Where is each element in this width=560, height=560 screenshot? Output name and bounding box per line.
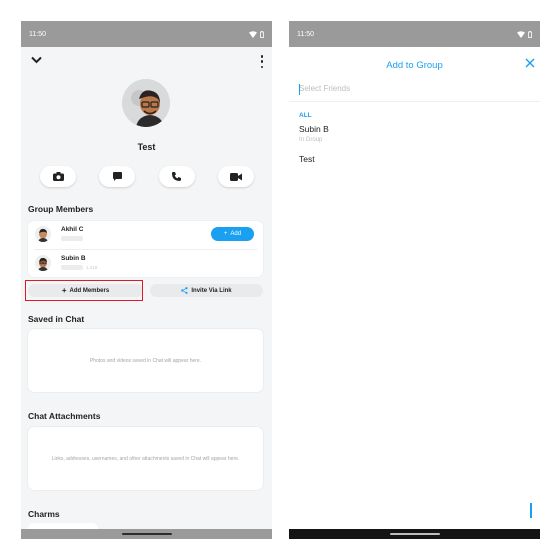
action-row	[40, 166, 254, 187]
home-handle[interactable]	[389, 533, 440, 535]
saved-in-chat-empty-text: Photos and videos saved in Chat will app…	[89, 357, 202, 364]
member-subtitle: 1,418	[61, 265, 98, 271]
navigation-bar	[21, 529, 272, 539]
home-handle[interactable]	[121, 533, 172, 535]
avatar	[35, 226, 51, 242]
status-time: 11:50	[29, 30, 46, 38]
close-icon[interactable]	[525, 57, 535, 71]
status-icons	[517, 30, 532, 38]
video-icon	[229, 172, 242, 181]
scrollbar[interactable]	[530, 503, 532, 518]
chat-attachments-card: Links, addresses, usernames, and other a…	[28, 427, 263, 490]
status-bar: 11:50	[289, 21, 540, 47]
highlight-box	[25, 280, 143, 301]
divider	[289, 101, 540, 102]
search-input[interactable]: Select Friends	[299, 84, 350, 93]
avatar	[35, 255, 51, 271]
divider	[34, 249, 257, 250]
member-name: Subin B	[61, 255, 86, 262]
list-item[interactable]: Subin B 1,418	[35, 253, 259, 275]
battery-icon	[260, 30, 264, 38]
camera-icon	[52, 172, 64, 181]
group-avatar	[122, 79, 170, 127]
wifi-icon	[249, 30, 257, 38]
group-name: Test	[137, 142, 156, 152]
saved-in-chat-card: Photos and videos saved in Chat will app…	[28, 329, 263, 392]
list-item[interactable]: Test	[299, 154, 315, 164]
header: Add to Group	[289, 47, 540, 81]
section-label: ALL	[299, 112, 312, 119]
group-members-title: Group Members	[28, 204, 94, 214]
invite-link-label: Invite Via Link	[191, 287, 232, 294]
chat-icon	[112, 172, 122, 181]
add-friend-button[interactable]: + Add	[211, 227, 254, 241]
camera-button[interactable]	[40, 166, 76, 187]
member-subtitle	[61, 236, 86, 242]
list-item[interactable]: Akhil C + Add	[35, 224, 259, 246]
members-list: Akhil C + Add Subin B 1,418	[28, 221, 263, 277]
wifi-icon	[517, 30, 525, 38]
add-to-group-screen: 11:50 Add to Group Select Friends ALL Su…	[289, 21, 540, 539]
member-name: Akhil C	[61, 226, 84, 233]
battery-icon	[528, 30, 532, 38]
page-title: Add to Group	[386, 60, 443, 71]
chevron-down-icon[interactable]	[31, 55, 42, 67]
member-score: 1,418	[86, 265, 98, 270]
add-label: Add	[230, 231, 242, 237]
saved-in-chat-title: Saved in Chat	[28, 314, 85, 324]
text-cursor	[299, 84, 300, 95]
share-icon	[181, 287, 188, 294]
status-time: 11:50	[297, 30, 314, 38]
invite-via-link-button[interactable]: Invite Via Link	[150, 284, 263, 297]
more-options-icon[interactable]	[260, 55, 264, 68]
chat-attachments-title: Chat Attachments	[28, 411, 101, 421]
list-item-subtitle: In Group	[299, 137, 323, 143]
chat-button[interactable]	[99, 166, 136, 187]
group-profile-screen: 11:50 Test Group Members Akhil C + Add S…	[21, 21, 272, 539]
call-button[interactable]	[158, 166, 195, 187]
status-icons	[249, 30, 264, 38]
charms-title: Charms	[28, 509, 60, 519]
list-item[interactable]: Subin B	[299, 124, 329, 134]
phone-icon	[172, 172, 182, 181]
video-call-button[interactable]	[217, 166, 254, 187]
plus-icon: +	[223, 231, 228, 237]
status-bar: 11:50	[21, 21, 272, 47]
navigation-bar	[289, 529, 540, 539]
chat-attachments-empty-text: Links, addresses, usernames, and other a…	[51, 455, 240, 462]
